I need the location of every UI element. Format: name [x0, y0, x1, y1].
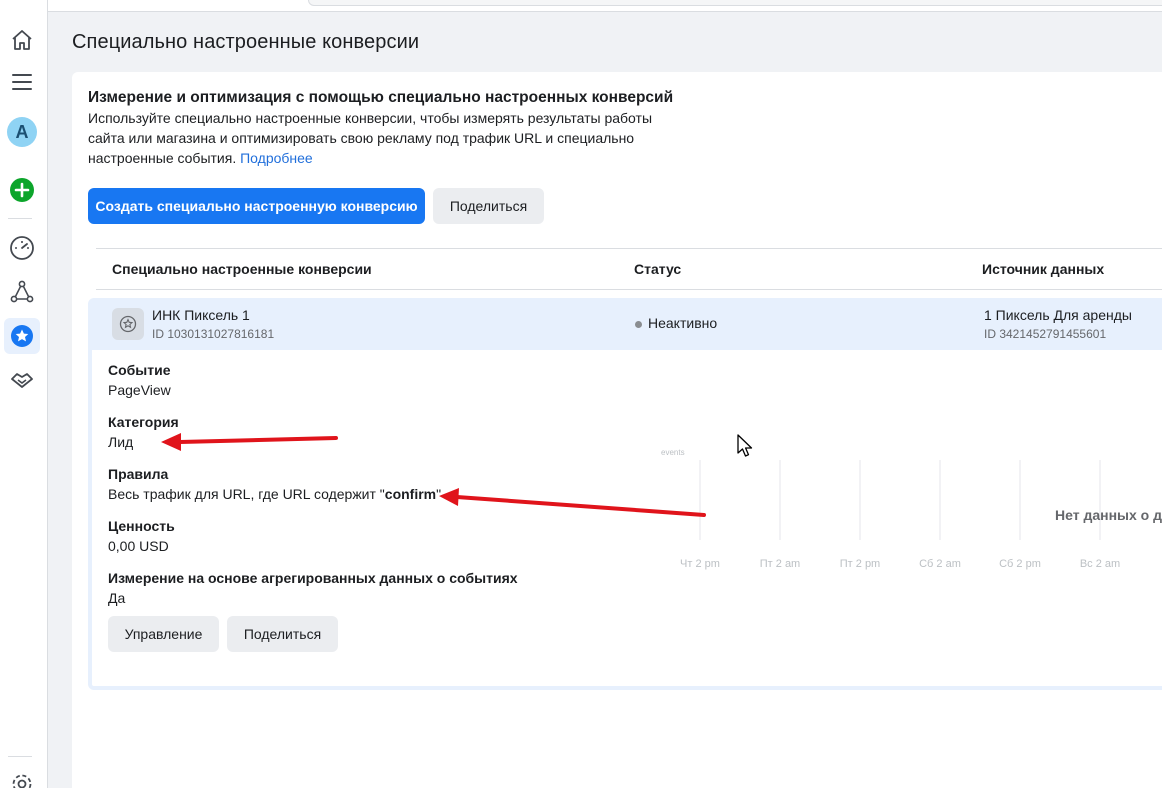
menu-icon[interactable]	[4, 64, 40, 100]
home-icon[interactable]	[4, 22, 40, 58]
conversion-details-panel: Событие PageView Категория Лид Правила В…	[88, 350, 1162, 690]
share-button[interactable]: Поделиться	[227, 616, 338, 652]
mouse-cursor-icon	[737, 434, 753, 457]
aggregated-value: Да	[108, 590, 126, 606]
rules-value: Весь трафик для URL, где URL содержит "c…	[108, 486, 441, 502]
learn-more-link[interactable]: Подробнее	[240, 150, 313, 166]
status-dot	[635, 321, 642, 328]
column-header-status[interactable]: Статус	[634, 261, 681, 277]
aggregated-label: Измерение на основе агрегированных данны…	[108, 570, 518, 586]
status-badge: Неактивно	[648, 315, 718, 331]
star-icon[interactable]	[4, 318, 40, 354]
left-nav: A	[0, 0, 48, 788]
share-button[interactable]: Поделиться	[433, 188, 544, 224]
table-row[interactable]: ИНК Пиксель 1 ID 1030131027816181 Неакти…	[88, 298, 1162, 350]
page-title: Специально настроенные конверсии	[72, 31, 420, 53]
events-manager-icon[interactable]	[4, 274, 40, 310]
event-label: Событие	[108, 362, 171, 378]
avatar-letter: A	[7, 117, 37, 147]
custom-conversions-card: Измерение и оптимизация с помощью специа…	[72, 72, 1162, 788]
top-bar	[48, 0, 1162, 12]
category-value: Лид	[108, 434, 134, 450]
card-description: Используйте специально настроенные конве…	[88, 108, 678, 168]
rules-keyword: confirm	[384, 486, 437, 502]
nav-divider	[8, 218, 32, 219]
rules-label: Правила	[108, 466, 169, 482]
column-header-conversions[interactable]: Специально настроенные конверсии	[112, 261, 372, 277]
avatar[interactable]: A	[4, 114, 40, 150]
conversion-name[interactable]: ИНК Пиксель 1	[152, 307, 250, 323]
handshake-icon[interactable]	[4, 362, 40, 398]
card-heading: Измерение и оптимизация с помощью специа…	[88, 89, 674, 106]
conversion-star-icon	[112, 308, 144, 340]
conversion-id: ID 1030131027816181	[152, 327, 275, 341]
value-value: 0,00 USD	[108, 538, 169, 554]
data-source-id: ID 3421452791455601	[984, 327, 1107, 341]
nav-divider	[8, 756, 32, 757]
no-data-message: Нет данных о де	[1055, 507, 1162, 523]
rules-suffix: "	[436, 486, 442, 502]
rules-prefix: Весь трафик для URL, где URL содержит "	[108, 486, 385, 502]
table-header: Специально настроенные конверсии Статус …	[96, 248, 1162, 290]
data-source-name[interactable]: 1 Пиксель Для аренды	[984, 307, 1132, 323]
search-bar[interactable]	[308, 0, 1162, 6]
description-text: Используйте специально настроенные конве…	[88, 110, 653, 166]
create-conversion-button[interactable]: Создать специально настроенную конверсию	[88, 188, 425, 224]
value-label: Ценность	[108, 518, 175, 534]
gauge-icon[interactable]	[4, 230, 40, 266]
column-header-source[interactable]: Источник данных	[982, 261, 1104, 277]
add-icon[interactable]	[4, 172, 40, 208]
settings-icon[interactable]	[4, 766, 40, 788]
event-value: PageView	[108, 382, 171, 398]
manage-button[interactable]: Управление	[108, 616, 219, 652]
category-label: Категория	[108, 414, 179, 430]
